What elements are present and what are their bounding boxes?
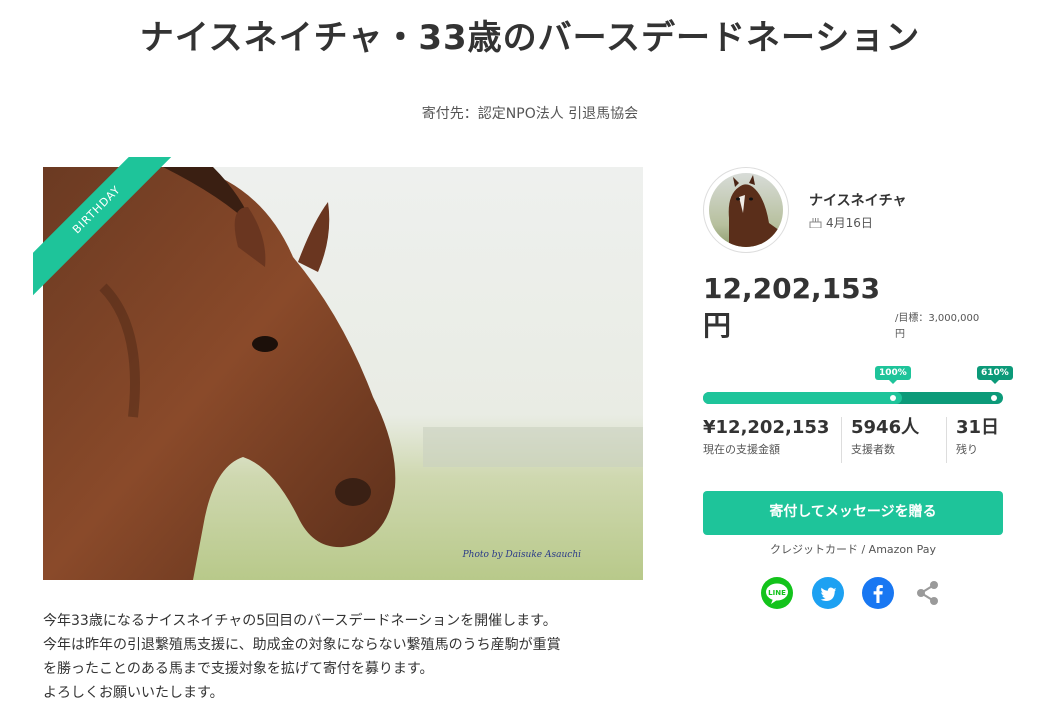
cake-icon: [809, 218, 822, 228]
ribbon-label: BIRTHDAY: [33, 157, 173, 297]
goal-text: /目標：3,000,000: [895, 313, 980, 324]
profile-name[interactable]: ナイスネイチャ: [809, 190, 906, 210]
line-icon-label: LINE: [768, 589, 786, 597]
stat-days-left: 31日 残り: [946, 417, 1003, 463]
twitter-icon: [820, 587, 836, 601]
line-icon: LINE: [766, 583, 788, 604]
goal-amount: /目標：3,000,000 円: [895, 311, 1005, 343]
page-title: ナイスネイチャ・33歳のバースデードネーション: [139, 18, 921, 58]
progress-marker-610: [991, 395, 997, 401]
donate-button[interactable]: 寄付してメッセージを贈る: [703, 491, 1003, 535]
stat-supporters-value: 5946人: [851, 417, 920, 438]
description-line: 今年33歳になるナイスネイチャの5回目のバースデードネーションを開催します。: [43, 613, 557, 629]
payment-methods: クレジットカード / Amazon Pay: [769, 543, 937, 556]
progress-bar: [703, 392, 1003, 404]
photo-credit: Photo by Daisuke Asauchi: [462, 550, 581, 560]
description-line: よろしくお願いいたします。: [43, 685, 224, 701]
more-share-button[interactable]: [912, 577, 944, 609]
twitter-share-button[interactable]: [812, 577, 844, 609]
share-icon: [917, 581, 938, 605]
progress-badge-100: 100%: [875, 366, 911, 384]
progress-fill: [703, 392, 902, 404]
stat-supporters-label: 支援者数: [851, 443, 895, 456]
campaign-description: 今年33歳になるナイスネイチャの5回目のバースデードネーションを開催します。 今…: [43, 609, 653, 705]
birthday-date: 4月16日: [826, 216, 873, 230]
stat-raised-label: 現在の支援金額: [703, 443, 780, 456]
raised-amount-number: 12,202,153: [703, 272, 881, 305]
progress-marker-100: [890, 395, 896, 401]
stat-days-value: 31日: [956, 417, 1000, 438]
profile-birthday: 4月16日: [809, 214, 873, 231]
facebook-share-button[interactable]: [862, 577, 894, 609]
funding-stats: ¥12,202,153 現在の支援金額 5946人 支援者数 31日 残り: [703, 417, 1003, 463]
raised-amount: 12,202,153 円: [703, 270, 880, 344]
horse-avatar-illustration: [728, 175, 783, 247]
avatar[interactable]: [703, 167, 789, 253]
progress-badge-610: 610%: [977, 366, 1013, 384]
stat-supporters: 5946人 支援者数: [841, 417, 946, 463]
share-buttons: LINE: [761, 577, 951, 609]
description-line: を勝ったことのある馬まで支援対象を拡げて寄付を募ります。: [43, 661, 434, 677]
description-line: 今年は昨年の引退繋殖馬支援に、助成金の対象にならない繋殖馬のうち産駒が重賞: [43, 637, 561, 653]
raised-amount-unit: 円: [703, 309, 732, 342]
stat-days-label: 残り: [956, 443, 978, 456]
goal-unit: 円: [895, 329, 905, 340]
line-share-button[interactable]: LINE: [761, 577, 793, 609]
donation-recipient: 寄付先：認定NPO法人 引退馬協会: [421, 106, 639, 122]
stat-raised-value: ¥12,202,153: [703, 417, 830, 438]
facebook-icon: [873, 585, 883, 603]
stat-raised: ¥12,202,153 現在の支援金額: [703, 417, 841, 463]
birthday-ribbon: BIRTHDAY: [33, 157, 173, 297]
